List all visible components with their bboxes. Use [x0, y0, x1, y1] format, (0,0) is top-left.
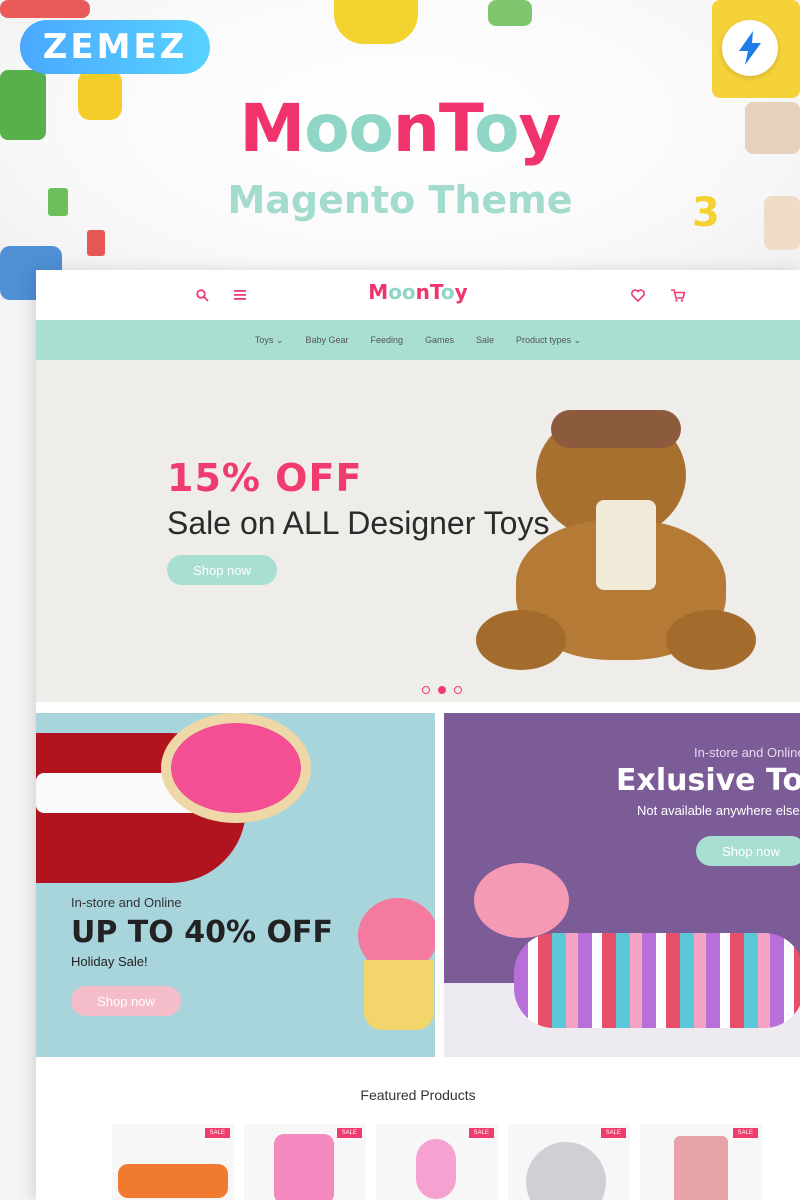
store-header: MoonToy	[36, 270, 800, 320]
banner-exclusive-toys[interactable]: In-store and Online Exlusive Toys Not av…	[444, 713, 800, 1057]
lightning-icon[interactable]	[722, 20, 778, 76]
lego-brick-red	[0, 0, 90, 18]
toy-donut-image	[161, 713, 311, 823]
slider-dot-active[interactable]	[438, 686, 446, 694]
banner-left-shop-now-button[interactable]: Shop now	[71, 986, 181, 1016]
banner-right-title: Exlusive Toys	[616, 763, 800, 798]
promo-moontoy-logo: MoonToy	[239, 90, 562, 167]
toy-unicorn-image	[416, 1139, 456, 1199]
nav-item-games[interactable]: Games	[425, 335, 454, 345]
featured-products-list: SALE SALE SALE SALE SALE	[112, 1124, 762, 1200]
slider-shop-now-button[interactable]: Shop now	[167, 555, 277, 585]
nav-item-sale[interactable]: Sale	[476, 335, 494, 345]
banner-right-small: In-store and Online	[694, 745, 800, 760]
nav-item-feeding[interactable]: Feeding	[370, 335, 403, 345]
heart-icon[interactable]	[628, 285, 648, 305]
product-card[interactable]: SALE	[508, 1124, 630, 1200]
slider-title: Sale on ALL Designer Toys	[167, 505, 550, 541]
cart-icon[interactable]	[668, 285, 688, 305]
lego-brick-green-top	[488, 0, 532, 26]
nav-item-product-types[interactable]: Product types ⌄	[516, 335, 581, 346]
toy-car-top	[334, 0, 418, 44]
toy-screw-red	[87, 230, 105, 256]
product-card[interactable]: SALE	[244, 1124, 366, 1200]
featured-products-title: Featured Products	[360, 1087, 476, 1103]
slider-dot[interactable]	[422, 686, 430, 694]
slider-dot[interactable]	[454, 686, 462, 694]
toy-lol-ball-image	[526, 1142, 606, 1200]
banner-right-subtitle: Not available anywhere else	[637, 803, 800, 818]
product-card[interactable]: SALE	[112, 1124, 234, 1200]
nav-item-toys[interactable]: Toys ⌄	[255, 335, 284, 346]
sale-badge: SALE	[468, 1128, 494, 1138]
promo-subtitle: Magento Theme	[227, 178, 573, 222]
slider-discount: 15% OFF	[167, 456, 363, 500]
toy-car-image	[118, 1164, 228, 1198]
toy-kitchen-image	[274, 1134, 334, 1200]
banner-left-small: In-store and Online	[71, 895, 182, 910]
banner-left-title: UP TO 40% OFF	[71, 915, 333, 950]
banner-left-subtitle: Holiday Sale!	[71, 954, 148, 969]
sale-badge: SALE	[600, 1128, 626, 1138]
nav-item-baby-gear[interactable]: Baby Gear	[305, 335, 348, 345]
slider-dots	[422, 686, 462, 694]
sale-badge: SALE	[732, 1128, 758, 1138]
zemez-logo[interactable]: ZEMEZ	[20, 20, 210, 74]
toy-lol-tube-image	[674, 1136, 728, 1200]
promo-hero: 3 ZEMEZ MoonToy Magento Theme	[0, 0, 800, 300]
store-preview: MoonToy Toys ⌄ Baby Gear Feeding Games S…	[36, 270, 800, 1200]
toy-cupcake-image	[358, 898, 435, 1038]
hero-slider: 15% OFF Sale on ALL Designer Toys Shop n…	[36, 360, 800, 702]
sale-badge: SALE	[204, 1128, 230, 1138]
product-card[interactable]: SALE	[376, 1124, 498, 1200]
sale-badge: SALE	[336, 1128, 362, 1138]
banner-right-shop-now-button[interactable]: Shop now	[696, 836, 800, 866]
product-card[interactable]: SALE	[640, 1124, 762, 1200]
banner-holiday-sale[interactable]: In-store and Online UP TO 40% OFF Holida…	[36, 713, 435, 1057]
main-nav: Toys ⌄ Baby Gear Feeding Games Sale Prod…	[36, 320, 800, 360]
